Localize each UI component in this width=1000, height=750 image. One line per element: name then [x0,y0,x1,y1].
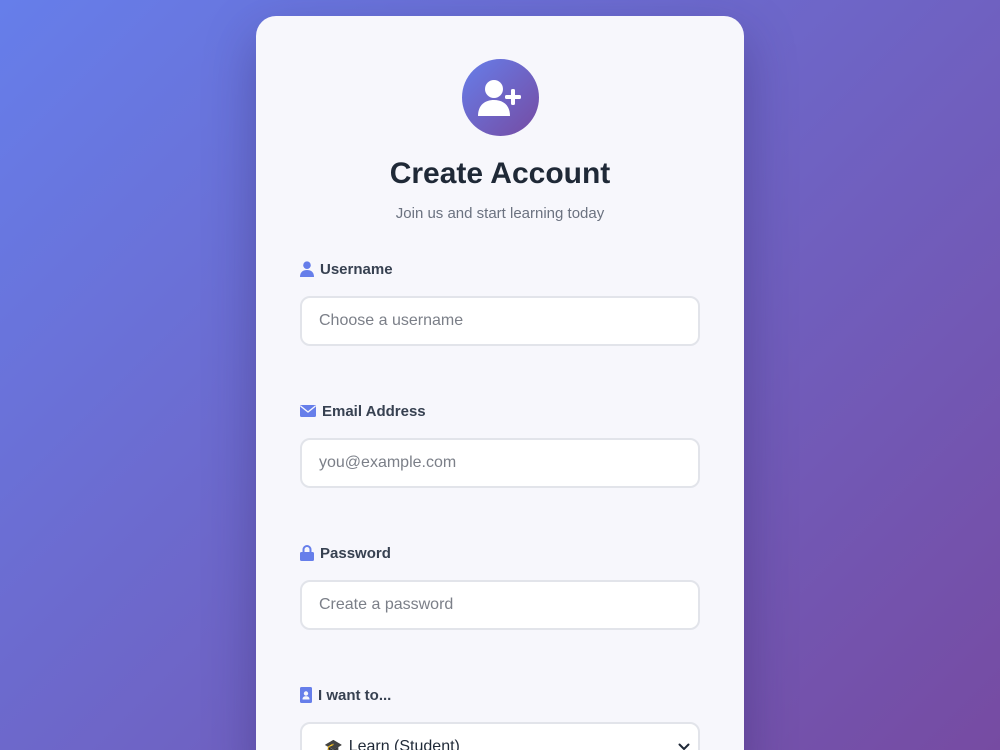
password-input[interactable] [300,580,700,630]
envelope-icon [300,405,316,417]
avatar [461,59,539,136]
password-group: Password [300,542,700,630]
chevron-down-icon [678,743,690,750]
username-input[interactable] [300,296,700,346]
role-select[interactable]: 🎓 Learn (Student) [300,722,700,750]
password-label-row: Password [300,542,700,564]
page-title: Create Account [389,157,611,190]
username-group: Username [300,258,700,346]
lock-icon [300,545,314,561]
role-label-row: I want to... [300,684,700,706]
username-label-row: Username [300,258,700,280]
role-selected-value: Learn (Student) [348,738,460,750]
role-label: I want to... [318,686,392,704]
email-label: Email Address [322,402,426,420]
user-plus-icon [478,79,521,116]
email-group: Email Address [300,400,700,488]
id-badge-icon [300,687,312,703]
signup-card: Create Account Join us and start learnin… [256,16,744,750]
email-label-row: Email Address [300,400,700,422]
role-group: I want to... 🎓 Learn (Student) [300,684,700,750]
user-icon [300,261,314,277]
page-subtitle: Join us and start learning today [395,205,605,222]
password-label: Password [320,544,391,562]
email-input[interactable] [300,438,700,488]
username-label: Username [320,260,393,278]
graduation-cap-icon: 🎓 [324,739,343,750]
